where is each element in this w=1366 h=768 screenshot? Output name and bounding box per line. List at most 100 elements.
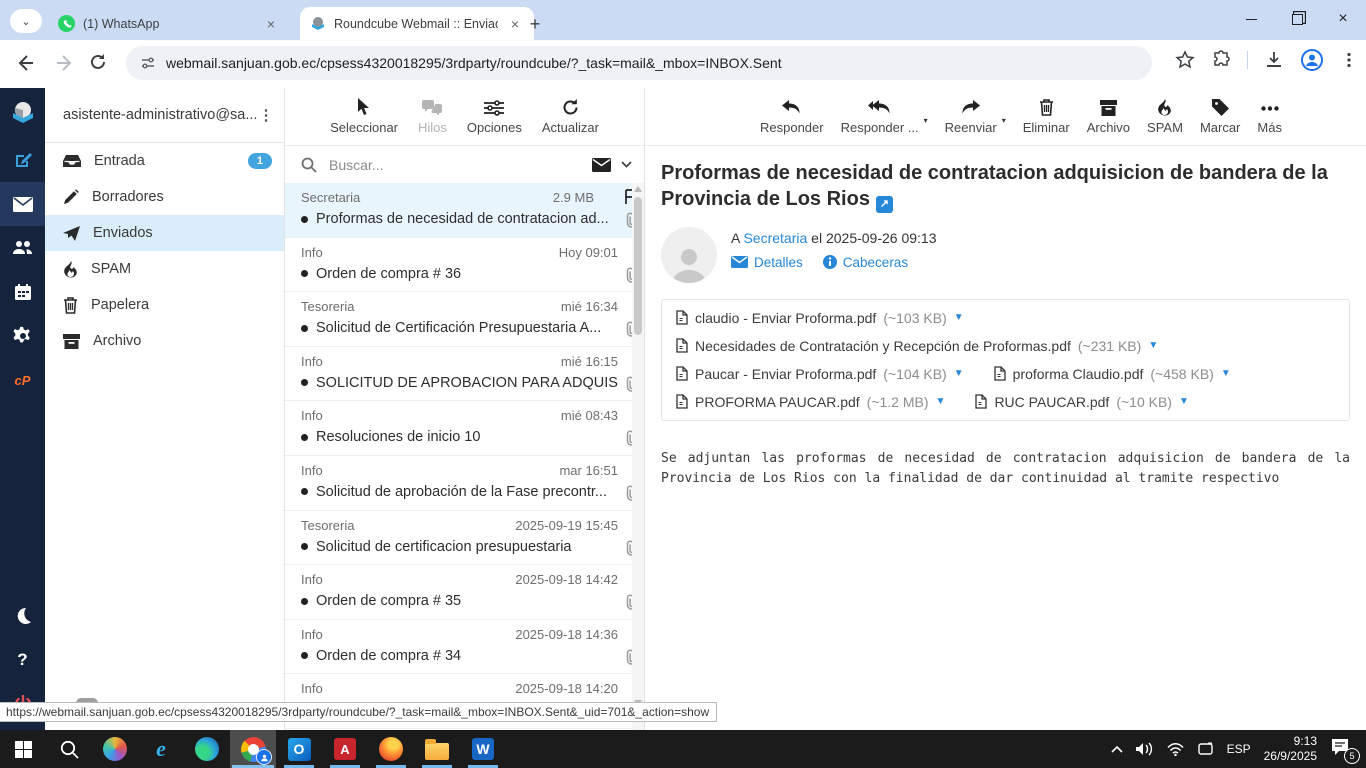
message-row[interactable]: Info mié 16:15 SOLICITUD DE APROBACION PA… — [285, 347, 644, 402]
attachment-menu-icon[interactable]: ▼ — [1221, 368, 1231, 379]
message-row[interactable]: Info mié 08:43 Resoluciones de inicio 10 — [285, 401, 644, 456]
tab-whatsapp[interactable]: (1) WhatsApp × — [48, 7, 290, 40]
delete-button[interactable]: Eliminar — [1023, 98, 1070, 135]
search-input[interactable] — [327, 155, 582, 174]
account-header[interactable]: asistente-administrativo@sa... ⋮ — [45, 88, 284, 143]
close-window-button[interactable]: × — [1320, 0, 1366, 38]
headers-toggle[interactable]: Cabeceras — [822, 255, 908, 270]
search-scope-envelope-icon[interactable] — [592, 157, 611, 172]
attachment-item[interactable]: proforma Claudio.pdf (~458 KB) ▼ — [993, 366, 1231, 382]
attachment-item[interactable]: claudio - Enviar Proforma.pdf (~103 KB) … — [676, 310, 964, 326]
attachment-menu-icon[interactable]: ▼ — [936, 396, 946, 407]
forward-menu-icon[interactable]: ▾ — [1002, 116, 1006, 125]
details-toggle[interactable]: Detalles — [731, 255, 803, 270]
volume-icon[interactable] — [1135, 742, 1154, 756]
tab-search-button[interactable]: ⌄ — [10, 9, 42, 33]
calendar-icon[interactable] — [0, 270, 45, 314]
taskbar-acrobat-button[interactable]: A — [322, 730, 368, 768]
language-indicator[interactable]: ESP — [1227, 742, 1251, 756]
reply-button[interactable]: Responder — [760, 98, 824, 135]
spam-button[interactable]: SPAM — [1147, 98, 1183, 135]
new-tab-button[interactable]: + — [522, 11, 548, 37]
restore-button[interactable] — [1274, 0, 1320, 38]
close-tab-icon[interactable]: × — [262, 15, 280, 33]
attachment-item[interactable]: PROFORMA PAUCAR.pdf (~1.2 MB) ▼ — [676, 394, 945, 410]
sender: Info — [301, 244, 323, 260]
teams-status-icon[interactable] — [1197, 742, 1214, 756]
clock[interactable]: 9:13 26/9/2025 — [1264, 734, 1317, 764]
sidebar-item-archivo[interactable]: Archivo — [45, 323, 284, 359]
taskbar-explorer-button[interactable] — [414, 730, 460, 768]
start-button[interactable] — [0, 730, 46, 768]
reply-all-menu-icon[interactable]: ▾ — [924, 116, 928, 125]
refresh-icon[interactable] — [88, 52, 108, 72]
browser-menu-icon[interactable] — [1340, 51, 1358, 69]
message-row[interactable]: Tesoreria 2025-09-19 15:45 Solicitud de c… — [285, 511, 644, 566]
notification-center-button[interactable]: 5 — [1330, 738, 1360, 764]
taskbar-chrome-button[interactable] — [230, 730, 276, 768]
message-row[interactable]: Info mar 16:51 Solicitud de aprobación de… — [285, 456, 644, 511]
dark-mode-moon-icon[interactable] — [0, 594, 45, 638]
recipient-link[interactable]: Secretaria — [743, 230, 807, 246]
cpanel-icon[interactable]: cP — [0, 358, 45, 402]
contacts-icon[interactable] — [0, 226, 45, 270]
tab-roundcube[interactable]: Roundcube Webmail :: Enviados × — [300, 7, 534, 40]
sidebar-item-entrada[interactable]: Entrada 1 — [45, 143, 284, 179]
attachment-menu-icon[interactable]: ▼ — [954, 368, 964, 379]
profile-avatar-icon[interactable] — [1300, 48, 1324, 72]
scroll-up-icon[interactable] — [634, 186, 642, 192]
forward-icon[interactable] — [54, 52, 76, 74]
select-button[interactable]: Seleccionar — [330, 98, 398, 135]
open-in-new-window-icon[interactable]: ↗ — [875, 195, 893, 213]
scrollbar-thumb[interactable] — [634, 197, 642, 335]
account-options-icon[interactable]: ⋮ — [258, 108, 274, 123]
sidebar-item-papelera[interactable]: Papelera — [45, 287, 284, 323]
attachment-menu-icon[interactable]: ▼ — [954, 312, 964, 323]
settings-gear-icon[interactable] — [0, 314, 45, 358]
help-icon[interactable]: ? — [0, 638, 45, 682]
compose-icon[interactable] — [0, 138, 45, 182]
taskbar-edge-button[interactable] — [184, 730, 230, 768]
sidebar-item-enviados[interactable]: Enviados — [45, 215, 284, 251]
site-settings-icon[interactable] — [140, 55, 156, 71]
sidebar-item-borradores[interactable]: Borradores — [45, 179, 284, 215]
reply-all-button[interactable]: Responder ... — [841, 98, 919, 135]
mail-module-icon[interactable] — [0, 182, 45, 226]
downloads-icon[interactable] — [1264, 50, 1284, 70]
taskbar-copilot-button[interactable] — [92, 730, 138, 768]
mark-button[interactable]: Marcar — [1200, 98, 1240, 135]
taskbar-outlook-button[interactable]: O — [276, 730, 322, 768]
attachment-menu-icon[interactable]: ▼ — [1179, 396, 1189, 407]
archive-button[interactable]: Archivo — [1087, 98, 1130, 135]
taskbar-word-button[interactable]: W — [460, 730, 506, 768]
minimize-button[interactable] — [1228, 0, 1274, 38]
search-options-chevron-icon[interactable] — [621, 161, 632, 168]
message-row[interactable]: Tesoreria mié 16:34 Solicitud de Certific… — [285, 292, 644, 347]
taskbar-firefox-button[interactable] — [368, 730, 414, 768]
taskbar-search-button[interactable] — [46, 730, 92, 768]
attachment-item[interactable]: Paucar - Enviar Proforma.pdf (~104 KB) ▼ — [676, 366, 964, 382]
subject: Resoluciones de inicio 10 — [316, 429, 481, 446]
message-row[interactable]: Info 2025-09-18 14:36 Orden de compra # 3… — [285, 620, 644, 675]
message-row[interactable]: Info Hoy 09:01 Orden de compra # 36 — [285, 238, 644, 293]
taskbar-ie-button[interactable]: e — [138, 730, 184, 768]
refresh-list-button[interactable]: Actualizar — [542, 98, 599, 135]
back-icon[interactable] — [14, 52, 36, 74]
forward-button[interactable]: Reenviar — [945, 98, 997, 135]
message-row[interactable]: Info 2025-09-18 14:42 Orden de compra # 3… — [285, 565, 644, 620]
extensions-icon[interactable] — [1211, 50, 1231, 70]
attachment-name: RUC PAUCAR.pdf — [994, 393, 1110, 410]
sidebar-item-spam[interactable]: SPAM — [45, 251, 284, 287]
list-scrollbar[interactable] — [632, 183, 644, 730]
wifi-icon[interactable] — [1167, 742, 1184, 756]
bookmark-star-icon[interactable] — [1175, 50, 1195, 70]
attachment-item[interactable]: RUC PAUCAR.pdf (~10 KB) ▼ — [975, 393, 1189, 410]
options-button[interactable]: Opciones — [467, 98, 522, 135]
attachment-item[interactable]: Necesidades de Contratación y Recepción … — [676, 338, 1158, 354]
more-button[interactable]: Más — [1257, 98, 1282, 135]
threads-button[interactable]: Hilos — [418, 98, 447, 135]
message-row[interactable]: Secretaria 2.9 MB Proformas de necesidad … — [285, 183, 644, 238]
attachment-menu-icon[interactable]: ▼ — [1148, 340, 1158, 351]
tray-expand-icon[interactable] — [1111, 745, 1123, 753]
address-bar[interactable]: webmail.sanjuan.gob.ec/cpsess4320018295/… — [126, 46, 1152, 80]
